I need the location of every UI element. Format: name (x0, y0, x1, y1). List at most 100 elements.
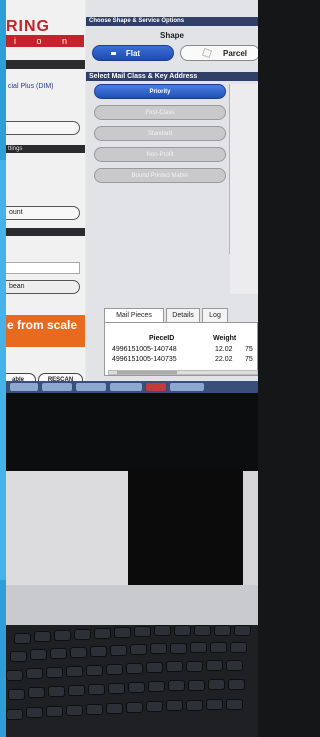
keyboard-key (226, 660, 243, 671)
keyboard-key (188, 680, 205, 691)
keyboard-key (106, 664, 123, 675)
keyboard-key (194, 625, 211, 636)
row1-weight[interactable]: 12.02 (215, 346, 233, 353)
keyboard-key (228, 679, 245, 690)
column-header-pieceid: PieceID (149, 335, 175, 342)
keyboard-key (46, 667, 63, 678)
left-app-panel: RING i o n cial Plus (DIM) ttings ount b… (6, 0, 85, 393)
taskbar-item[interactable] (42, 383, 72, 391)
logo-text-bottom: i o n (6, 35, 84, 47)
keyboard-key (28, 687, 45, 698)
keyboard-key (206, 660, 223, 671)
taskbar-item[interactable] (76, 383, 106, 391)
keyboard-key (208, 679, 225, 690)
keyboard-key (170, 643, 187, 654)
keyboard-key (168, 680, 185, 691)
keyboard-key (108, 683, 125, 694)
amount-button[interactable]: ount (6, 206, 80, 220)
row1-extra[interactable]: 75 (245, 346, 253, 353)
keyboard-key (70, 647, 87, 658)
mail-class-standard[interactable]: Standard (94, 126, 226, 141)
keyboard-key (148, 681, 165, 692)
flat-envelope-icon (111, 52, 116, 55)
keyboard-key (14, 633, 31, 644)
row2-pieceid[interactable]: 4996151005-140735 (112, 356, 177, 363)
tab-details[interactable]: Details (166, 308, 200, 322)
keyboard-key (74, 629, 91, 640)
keyboard-key (210, 642, 227, 653)
keyboard-key (106, 703, 123, 714)
keyboard-key (114, 627, 131, 638)
shape-service-panel: Choose Shape & Service Options Shape Fla… (86, 0, 258, 393)
column-header-weight: Weight (213, 335, 237, 342)
mail-class-first-class[interactable]: First-Class (94, 105, 226, 120)
keyboard-key (50, 648, 67, 659)
background-wall (6, 471, 128, 585)
monitor-bezel (6, 393, 258, 471)
photo-scene: RING i o n cial Plus (DIM) ttings ount b… (0, 0, 258, 737)
keyboard-key (30, 649, 47, 660)
keyboard-key (26, 707, 43, 718)
row1-pieceid[interactable]: 4996151005-140748 (112, 346, 177, 353)
taskbar-item[interactable] (110, 383, 142, 391)
row2-weight[interactable]: 22.02 (215, 356, 233, 363)
keyboard-key (126, 663, 143, 674)
keyboard-key (166, 661, 183, 672)
mail-class-header: Select Mail Class & Key Address (86, 72, 258, 81)
keyboard-key (68, 685, 85, 696)
shape-parcel-label: Parcel (222, 49, 248, 58)
row2-extra[interactable]: 75 (245, 356, 253, 363)
keyboard-key (6, 670, 23, 681)
mail-class-bound-printed-matter[interactable]: Bound Printed Matter (94, 168, 226, 183)
background-wall-right (243, 471, 258, 585)
keyboard-key (146, 662, 163, 673)
left-section-bar (6, 228, 85, 236)
taskbar (6, 381, 258, 393)
mail-class-priority[interactable]: Priority (94, 84, 226, 99)
keyboard-key (206, 699, 223, 710)
tab-mail-pieces[interactable]: Mail Pieces (104, 308, 164, 323)
shape-flat-button[interactable]: Flat (92, 45, 174, 61)
taskbar-item[interactable] (170, 383, 204, 391)
keyboard-key (86, 704, 103, 715)
settings-label: ttings (8, 146, 23, 152)
keyboard-key (128, 682, 145, 693)
scrollbar-thumb[interactable] (117, 371, 177, 374)
keyboard-key (150, 643, 167, 654)
keyboard-key (8, 689, 25, 700)
keyboard-key (46, 706, 63, 717)
mail-class-non-profit[interactable]: Non-Profit (94, 147, 226, 162)
keyboard-key (66, 705, 83, 716)
keyboard-key (54, 630, 71, 641)
shape-flat-label: Flat (125, 49, 141, 58)
left-blank-button[interactable] (6, 121, 80, 135)
shape-section-header: Choose Shape & Service Options (86, 17, 258, 26)
keyboard-key (166, 700, 183, 711)
shape-parcel-button[interactable]: Parcel (180, 45, 258, 61)
keyboard-key (110, 645, 127, 656)
service-label: cial Plus (DIM) (8, 83, 54, 90)
left-header-bar (6, 60, 85, 69)
taskbar-item[interactable] (10, 383, 38, 391)
keyboard-key (186, 661, 203, 672)
table-horizontal-scrollbar[interactable] (108, 370, 258, 375)
keyboard-key (94, 628, 111, 639)
bean-button[interactable]: bean (6, 280, 80, 294)
keyboard-key (66, 666, 83, 677)
scale-banner-text: e from scale (7, 318, 78, 332)
keyboard-key (190, 642, 207, 653)
keyboard-key (34, 631, 51, 642)
key-address-area (230, 84, 258, 294)
keyboard-key (154, 625, 171, 636)
keyboard-key (214, 625, 231, 636)
taskbar-item-red[interactable] (146, 383, 166, 391)
left-input-field[interactable] (6, 262, 80, 274)
keyboard-key (126, 702, 143, 713)
keyboard-key (234, 625, 251, 636)
keyboard-key (26, 668, 43, 679)
tab-log[interactable]: Log (202, 308, 228, 322)
keyboard-key (88, 684, 105, 695)
keyboard-key (90, 646, 107, 657)
keyboard-key (130, 644, 147, 655)
keyboard-key (174, 625, 191, 636)
